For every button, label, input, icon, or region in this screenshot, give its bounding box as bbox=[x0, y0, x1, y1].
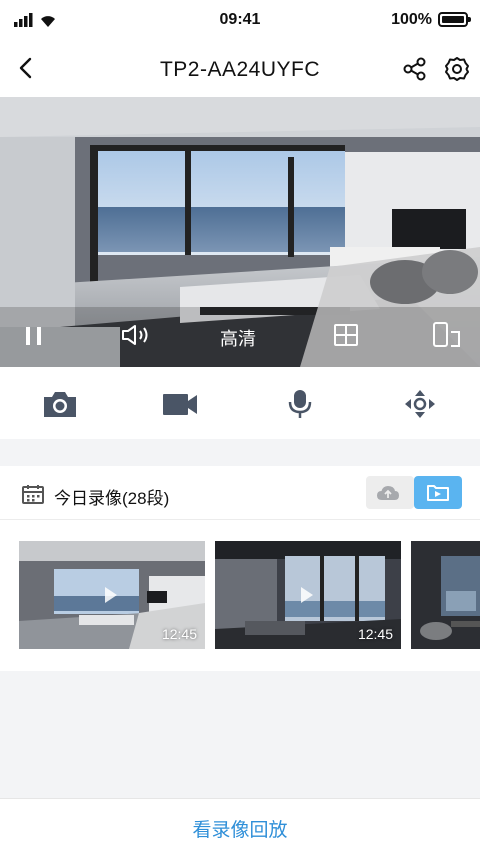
clip-preview-image bbox=[411, 541, 480, 649]
folder-icon bbox=[427, 485, 449, 501]
battery-percent: 100% bbox=[391, 11, 432, 28]
playback-link[interactable]: 看录像回放 bbox=[0, 815, 480, 842]
status-bar: 09:41 100% bbox=[0, 0, 480, 40]
recording-thumbnails: 12:45 12:45 bbox=[0, 541, 480, 649]
cloud-icon bbox=[377, 486, 399, 500]
gear-icon[interactable] bbox=[444, 56, 470, 82]
speaker-icon[interactable] bbox=[120, 323, 150, 347]
recordings-header: 今日录像(28段) bbox=[0, 466, 480, 520]
recordings-title: 今日录像(28段) bbox=[54, 489, 170, 508]
action-toolbar bbox=[0, 367, 480, 439]
quality-toggle[interactable]: 高清 bbox=[220, 325, 256, 351]
calendar-icon bbox=[22, 485, 44, 504]
split-screen-icon[interactable] bbox=[333, 323, 359, 347]
rotate-phone-icon[interactable] bbox=[432, 321, 462, 349]
clip-time: 12:45 bbox=[161, 626, 197, 642]
camera-icon[interactable] bbox=[42, 389, 78, 419]
cloud-storage-toggle[interactable] bbox=[366, 476, 414, 509]
microphone-icon[interactable] bbox=[282, 389, 318, 419]
play-icon bbox=[105, 587, 117, 603]
share-icon[interactable] bbox=[402, 56, 428, 82]
local-storage-toggle[interactable] bbox=[414, 476, 462, 509]
recordings-panel: 今日录像(28段) 12:45 12:45 bbox=[0, 466, 480, 671]
live-video-view[interactable]: 高清 bbox=[0, 97, 480, 367]
footer-bar: 看录像回放 bbox=[0, 798, 480, 853]
pause-icon[interactable] bbox=[24, 325, 44, 347]
battery-icon bbox=[438, 12, 471, 27]
video-record-icon[interactable] bbox=[162, 389, 198, 419]
recording-clip[interactable] bbox=[411, 541, 480, 649]
recording-clip[interactable]: 12:45 bbox=[215, 541, 401, 649]
ptz-direction-icon[interactable] bbox=[402, 389, 438, 419]
play-icon bbox=[301, 587, 313, 603]
clip-time: 12:45 bbox=[357, 626, 393, 642]
nav-bar: TP2-AA24UYFC bbox=[0, 40, 480, 97]
recording-clip[interactable]: 12:45 bbox=[19, 541, 205, 649]
